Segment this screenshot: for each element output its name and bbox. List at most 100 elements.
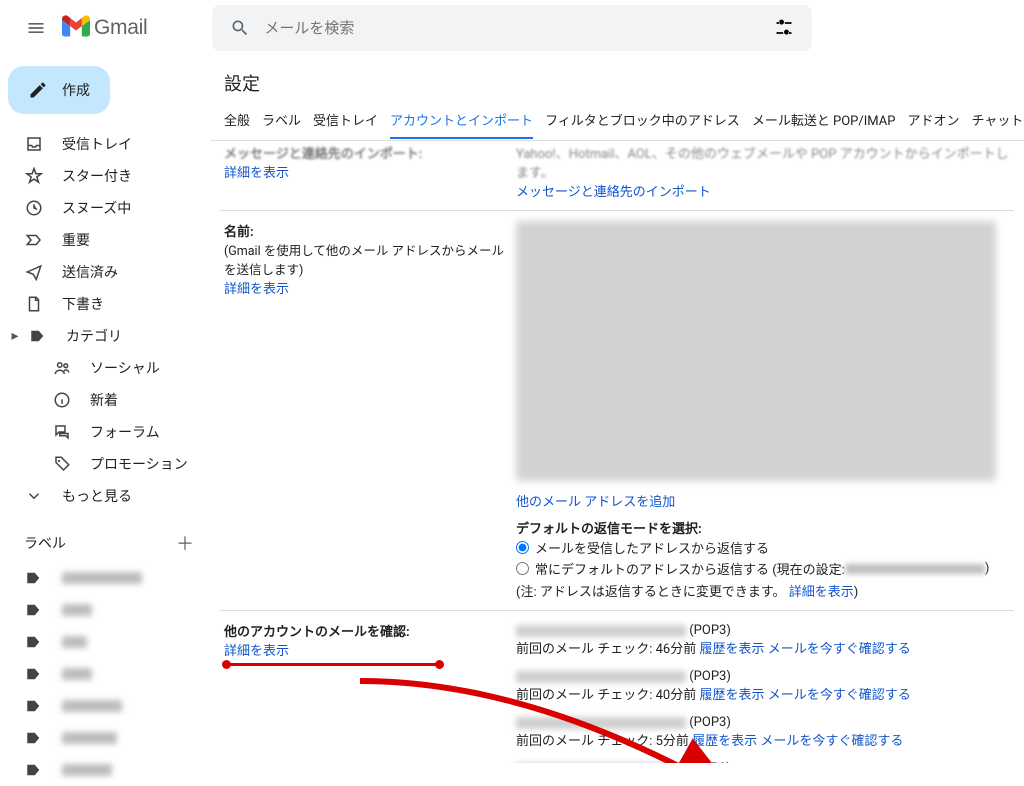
check-now[interactable]: メールを今すぐ確認する bbox=[768, 688, 911, 703]
label-item[interactable] bbox=[0, 562, 210, 594]
chevron-down-icon bbox=[24, 486, 44, 506]
sidebar-updates[interactable]: 新着 bbox=[0, 384, 210, 416]
label-item[interactable] bbox=[0, 722, 210, 754]
sidebar-inbox[interactable]: 受信トレイ bbox=[0, 128, 210, 160]
inbox-icon bbox=[24, 134, 44, 154]
sent-icon bbox=[24, 262, 44, 282]
section-send-as: 名前: (Gmail を使用して他のメール アドレスからメールを送信します) 詳… bbox=[220, 211, 1014, 611]
sidebar-sent[interactable]: 送信済み bbox=[0, 256, 210, 288]
label-item[interactable] bbox=[0, 658, 210, 690]
reply-note-link[interactable]: 詳細を表示 bbox=[789, 585, 854, 600]
compose-label: 作成 bbox=[62, 80, 90, 100]
pencil-icon bbox=[28, 80, 48, 100]
tab-labels[interactable]: ラベル bbox=[262, 110, 301, 139]
label-item[interactable] bbox=[0, 754, 210, 786]
add-label-icon[interactable]: ＋ bbox=[176, 530, 194, 556]
draft-icon bbox=[24, 294, 44, 314]
search-icon[interactable] bbox=[220, 8, 260, 48]
search-input[interactable] bbox=[260, 20, 764, 37]
menu-icon bbox=[26, 18, 46, 38]
label-icon bbox=[24, 600, 44, 620]
hamburger-menu[interactable] bbox=[12, 4, 60, 52]
reply-mode-received[interactable]: メールを受信したアドレスから返信する bbox=[516, 537, 1010, 558]
import-desc: Yahoo!、Hotmail、AOL、その他のウェブメールや POP アカウント… bbox=[516, 143, 1010, 181]
settings-tabs: 全般 ラベル 受信トレイ アカウントとインポート フィルタとブロック中のアドレス… bbox=[210, 110, 1024, 140]
pop3-account: (POP3)前回のメール チェック: 46分前 履歴を表示 メールを今すぐ確認す… bbox=[516, 621, 1010, 667]
label-icon bbox=[24, 664, 44, 684]
pop3-account: (POP3)前回のメール チェック: 18分前 履歴を表示 メールを今すぐ確認す… bbox=[516, 759, 1010, 763]
pop3-account: (POP3) 前回のメール チェック: 5分前 履歴を表示 メールを今すぐ確認する bbox=[516, 713, 1010, 759]
label-icon bbox=[24, 760, 44, 780]
page-title: 設定 bbox=[210, 66, 1024, 110]
promo-icon bbox=[52, 454, 72, 474]
content-area: 設定 全般 ラベル 受信トレイ アカウントとインポート フィルタとブロック中のア… bbox=[210, 56, 1024, 763]
check-now[interactable]: メールを今すぐ確認する bbox=[760, 734, 903, 749]
sidebar-drafts[interactable]: 下書き bbox=[0, 288, 210, 320]
import-show-details[interactable]: 詳細を表示 bbox=[224, 166, 289, 181]
sidebar-more[interactable]: もっと見る bbox=[0, 480, 210, 512]
account-type: (POP3) bbox=[689, 623, 731, 638]
check-now[interactable]: メールを今すぐ確認する bbox=[768, 642, 911, 657]
annotation-underline bbox=[224, 663, 442, 666]
sidebar-starred[interactable]: スター付き bbox=[0, 160, 210, 192]
gmail-icon bbox=[62, 14, 90, 42]
forum-icon bbox=[52, 422, 72, 442]
sidebar-important[interactable]: 重要 bbox=[0, 224, 210, 256]
sidebar-promotions[interactable]: プロモーション bbox=[0, 448, 210, 480]
account-email-redacted bbox=[516, 717, 686, 729]
pop3-account: (POP3) 前回のメール チェック: 40分前 履歴を表示 メールを今すぐ確認す… bbox=[516, 667, 1010, 713]
label-icon bbox=[24, 568, 44, 588]
sidebar-categories[interactable]: ▸カテゴリ bbox=[0, 320, 210, 352]
label-icon bbox=[24, 696, 44, 716]
sidebar-snoozed[interactable]: スヌーズ中 bbox=[0, 192, 210, 224]
import-title: メッセージと連絡先のインポート: bbox=[224, 143, 506, 162]
send-as-addresses-redacted bbox=[516, 221, 996, 481]
sidebar: 作成 受信トレイ スター付き スヌーズ中 重要 送信済み 下書き ▸カテゴリ ソ… bbox=[0, 56, 210, 763]
label-icon bbox=[24, 728, 44, 748]
view-history[interactable]: 履歴を表示 bbox=[699, 688, 764, 703]
search-bar[interactable] bbox=[212, 5, 812, 51]
send-as-show-details[interactable]: 詳細を表示 bbox=[224, 282, 289, 297]
import-link[interactable]: メッセージと連絡先のインポート bbox=[516, 185, 711, 200]
people-icon bbox=[52, 358, 72, 378]
label-icon bbox=[24, 632, 44, 652]
send-as-sub: (Gmail を使用して他のメール アドレスからメールを送信します) bbox=[224, 240, 506, 278]
section-check-mail: 他のアカウントのメールを確認: 詳細を表示 (POP3)前回のメール チェック:… bbox=[220, 611, 1014, 763]
tab-forwarding[interactable]: メール転送と POP/IMAP bbox=[752, 110, 896, 139]
labels-header: ラベル bbox=[24, 533, 66, 553]
gmail-logo[interactable]: Gmail bbox=[62, 14, 167, 42]
tab-accounts-import[interactable]: アカウントとインポート bbox=[390, 110, 533, 139]
label-item[interactable] bbox=[0, 594, 210, 626]
reply-mode-default[interactable]: 常にデフォルトのアドレスから返信する (現在の設定: ) bbox=[516, 558, 1010, 579]
sidebar-forums[interactable]: フォーラム bbox=[0, 416, 210, 448]
account-type: (POP3) bbox=[689, 715, 731, 730]
account-type: (POP3) bbox=[689, 669, 731, 684]
view-history[interactable]: 履歴を表示 bbox=[699, 642, 764, 657]
send-as-title: 名前: bbox=[224, 221, 506, 240]
important-icon bbox=[24, 230, 44, 250]
label-item[interactable] bbox=[0, 690, 210, 722]
check-mail-title: 他のアカウントのメールを確認: bbox=[224, 621, 506, 640]
chevron-right-icon: ▸ bbox=[6, 327, 24, 345]
brand-text: Gmail bbox=[94, 16, 147, 40]
tab-filters[interactable]: フィルタとブロック中のアドレス bbox=[545, 110, 740, 139]
check-mail-show-details[interactable]: 詳細を表示 bbox=[224, 644, 289, 659]
reply-note: (注: アドレスは返信するときに変更できます。 詳細を表示) bbox=[516, 579, 1010, 600]
compose-button[interactable]: 作成 bbox=[8, 66, 110, 114]
search-options-icon[interactable] bbox=[764, 8, 804, 48]
account-email-redacted bbox=[516, 671, 686, 683]
label-item[interactable] bbox=[0, 626, 210, 658]
tab-addons[interactable]: アドオン bbox=[907, 110, 959, 139]
reply-mode-title: デフォルトの返信モードを選択: bbox=[516, 518, 1010, 537]
sidebar-social[interactable]: ソーシャル bbox=[0, 352, 210, 384]
info-icon bbox=[52, 390, 72, 410]
add-another-address[interactable]: 他のメール アドレスを追加 bbox=[516, 495, 675, 510]
view-history[interactable]: 履歴を表示 bbox=[692, 734, 757, 749]
tab-general[interactable]: 全般 bbox=[224, 110, 250, 139]
last-check: 前回のメール チェック: 5分前 bbox=[516, 734, 692, 749]
tab-chat-meet[interactable]: チャットと Meet bbox=[971, 110, 1024, 139]
last-check: 前回のメール チェック: 40分前 bbox=[516, 688, 699, 703]
tag-icon bbox=[28, 326, 48, 346]
star-icon bbox=[24, 166, 44, 186]
tab-inbox[interactable]: 受信トレイ bbox=[313, 110, 378, 139]
